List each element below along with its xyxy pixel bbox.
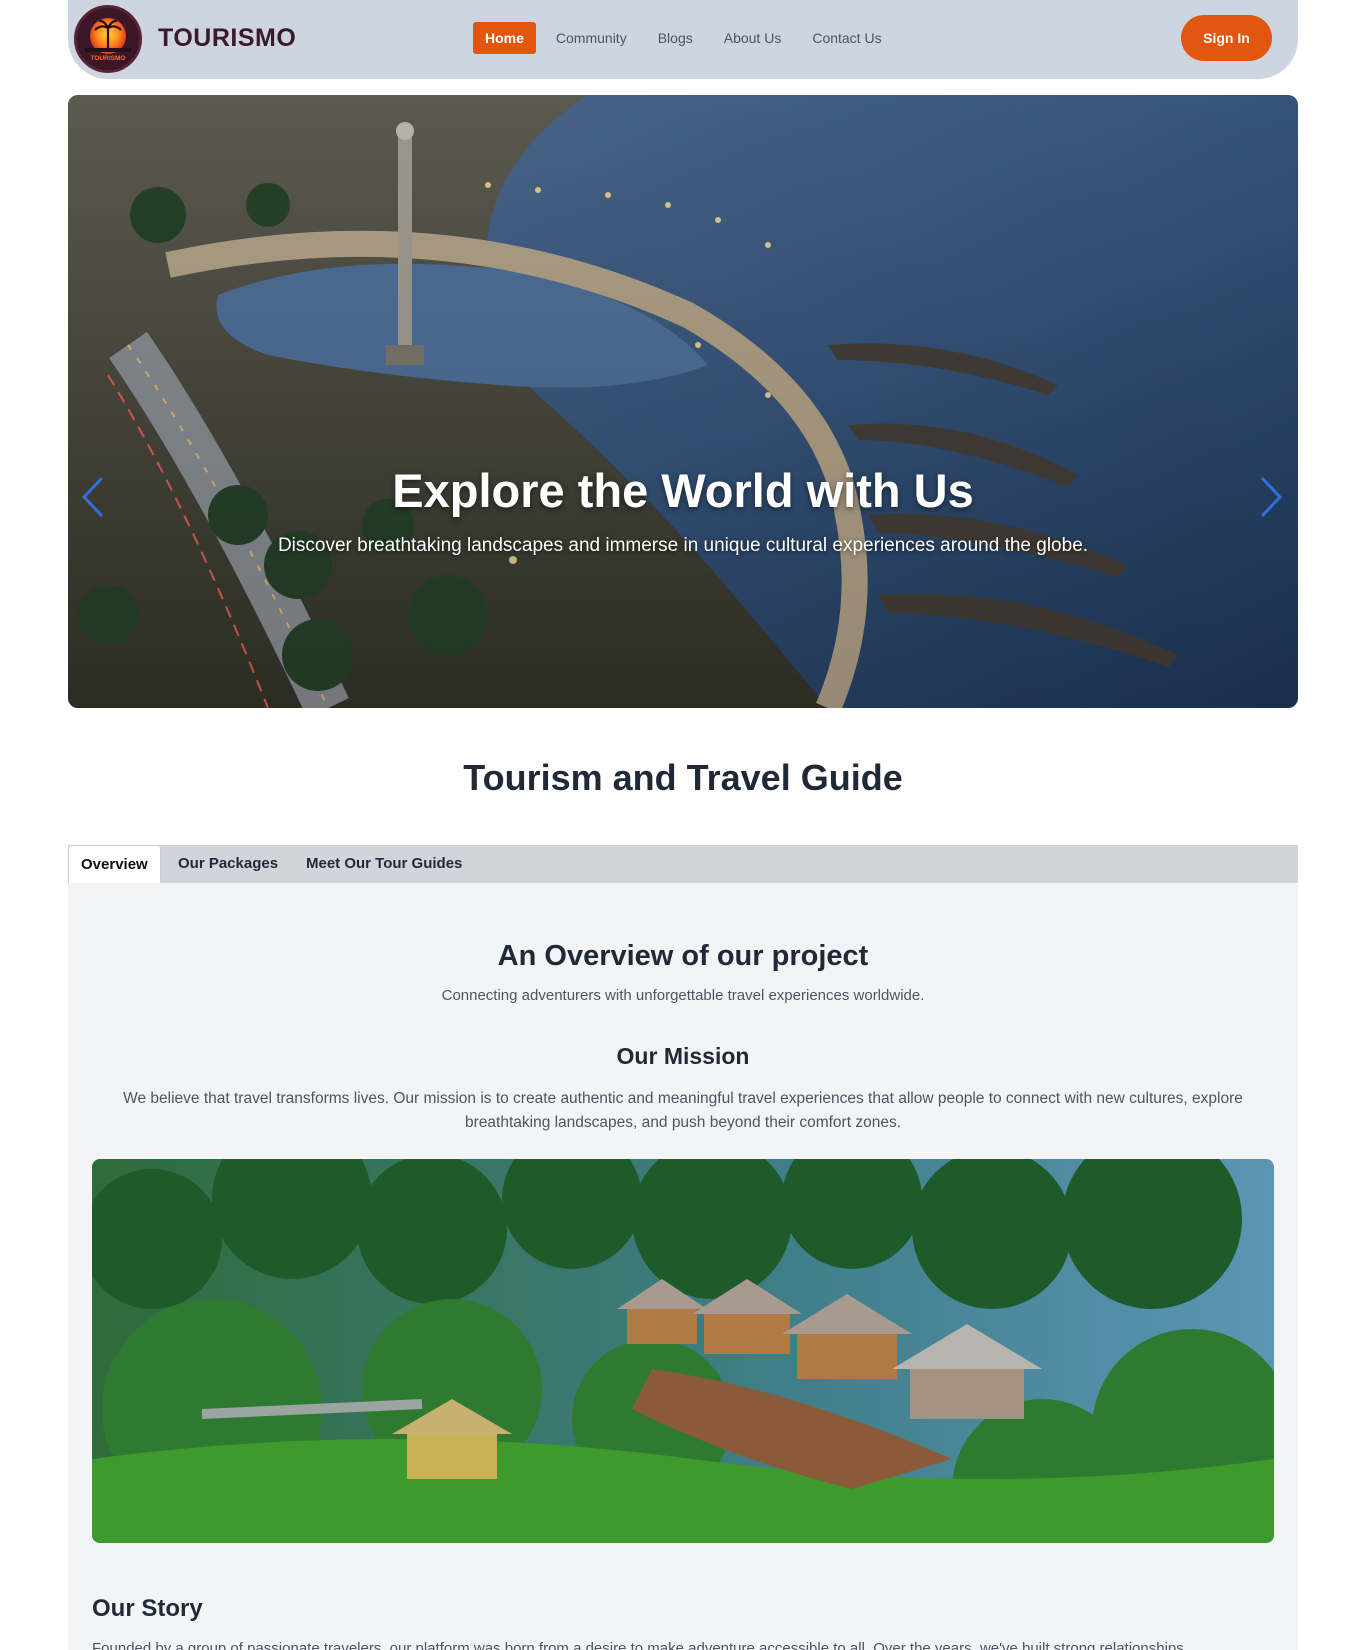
hero-carousel: Explore the World with Us Discover breat… <box>68 95 1298 708</box>
nav-link-contact-us[interactable]: Contact Us <box>812 22 881 54</box>
mission-text: We believe that travel transforms lives.… <box>123 1090 1243 1131</box>
sign-in-button[interactable]: Sign In <box>1181 15 1272 61</box>
tab-meet-our-tour-guides[interactable]: Meet Our Tour Guides <box>306 845 462 883</box>
overview-panel: An Overview of our project Connecting ad… <box>68 883 1298 1650</box>
tab-our-packages[interactable]: Our Packages <box>178 845 278 883</box>
overview-title: An Overview of our project <box>497 940 869 972</box>
nav-link-blogs[interactable]: Blogs <box>658 22 693 54</box>
nav-link-home[interactable]: Home <box>473 22 536 54</box>
logo-text: TOURISMO <box>91 55 126 62</box>
tab-overview[interactable]: Overview <box>68 845 161 883</box>
brand-logo[interactable]: TOURISMO <box>74 5 142 73</box>
page-title: Tourism and Travel Guide <box>463 757 903 798</box>
nav-link-community[interactable]: Community <box>556 22 627 54</box>
nav-menu: Home Community Blogs About Us Contact Us <box>473 22 913 54</box>
story-title: Our Story <box>92 1595 203 1622</box>
story-text: Founded by a group of passionate travele… <box>92 1640 1184 1650</box>
brand-name[interactable]: TOURISMO <box>158 24 296 53</box>
navbar: TOURISMO TOURISMO Home Community Blogs A… <box>68 0 1298 79</box>
hero-title: Explore the World with Us <box>392 464 974 517</box>
tab-bar: Overview Our Packages Meet Our Tour Guid… <box>68 845 1298 883</box>
mission-title: Our Mission <box>616 1043 750 1069</box>
hero-subtitle: Discover breathtaking landscapes and imm… <box>277 535 1089 556</box>
hero-image-coastal-city <box>68 95 1298 708</box>
overview-image-jungle-huts <box>92 1159 1274 1543</box>
nav-link-about-us[interactable]: About Us <box>724 22 782 54</box>
overview-subtitle: Connecting adventurers with unforgettabl… <box>441 987 925 1004</box>
